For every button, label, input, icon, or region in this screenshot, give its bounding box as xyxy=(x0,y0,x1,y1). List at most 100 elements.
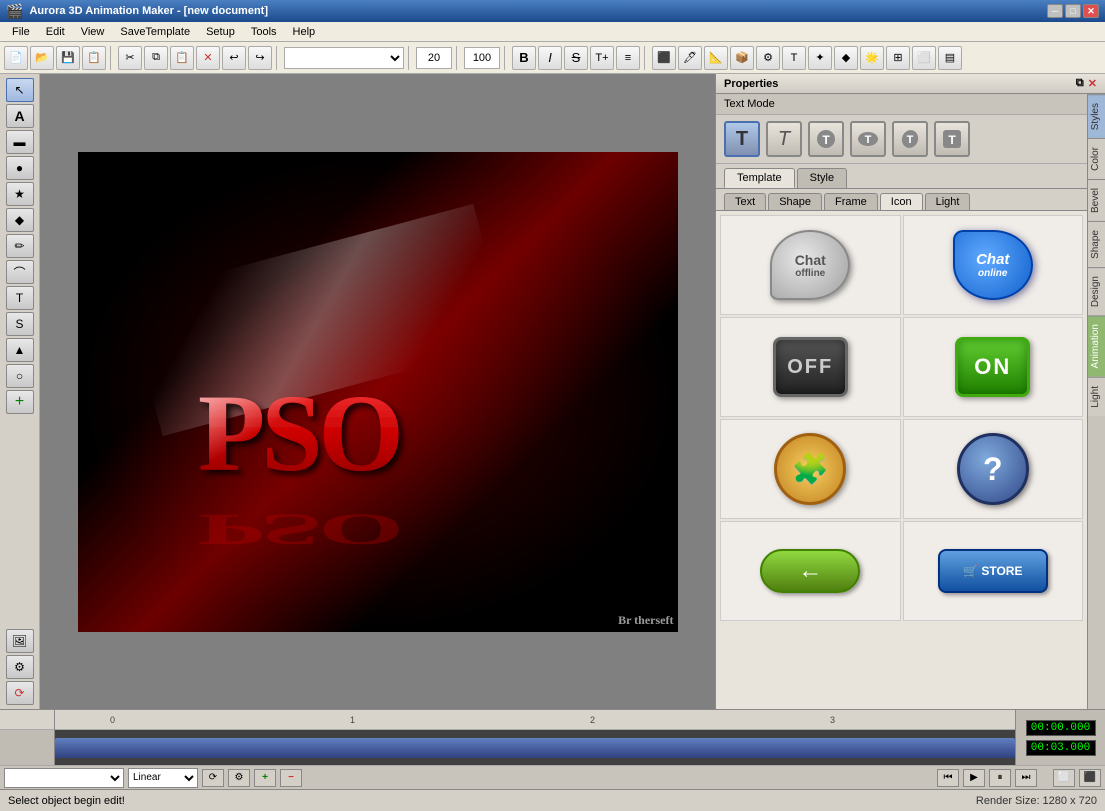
toolbar-3d-9[interactable]: 🌟 xyxy=(860,46,884,70)
toolbar-bold[interactable]: B xyxy=(512,46,536,70)
mode-icon-1[interactable]: T xyxy=(724,121,760,157)
add-key-btn[interactable]: + xyxy=(254,769,276,787)
mode-icon-3[interactable]: T xyxy=(808,121,844,157)
tool-text2[interactable]: T xyxy=(6,286,34,310)
tool-rectangle[interactable]: ▬ xyxy=(6,130,34,154)
settings-btn[interactable]: ⚙ xyxy=(228,769,250,787)
icon-cell-chat-online[interactable]: Chat online xyxy=(903,215,1084,315)
sub-tab-frame[interactable]: Frame xyxy=(824,193,878,210)
tool-bottom-2[interactable]: ⚙ xyxy=(6,655,34,679)
menu-help[interactable]: Help xyxy=(285,24,324,40)
transport-prev[interactable]: ⏮ xyxy=(937,769,959,787)
icon-cell-back[interactable]: ← xyxy=(720,521,901,621)
props-close-btn[interactable]: ✕ xyxy=(1088,77,1097,90)
sub-tab-light[interactable]: Light xyxy=(925,193,971,210)
transport-pause[interactable]: ⏸ xyxy=(989,769,1011,787)
icon-cell-store[interactable]: 🛒 STORE xyxy=(903,521,1084,621)
toolbar-open[interactable]: 📂 xyxy=(30,46,54,70)
toolbar-save2[interactable]: 📋 xyxy=(82,46,106,70)
icon-cell-question[interactable]: ? xyxy=(903,419,1084,519)
side-tab-styles[interactable]: Styles xyxy=(1088,94,1105,138)
maximize-button[interactable]: □ xyxy=(1065,4,1081,18)
icon-cell-off[interactable]: OFF xyxy=(720,317,901,417)
mode-icon-2[interactable]: T xyxy=(766,121,802,157)
toolbar-undo[interactable]: ↩ xyxy=(222,46,246,70)
transport-next[interactable]: ⏭ xyxy=(1015,769,1037,787)
toolbar-3d-11[interactable]: ⬜ xyxy=(912,46,936,70)
transport-play[interactable]: ▶ xyxy=(963,769,985,787)
mode-icon-6[interactable]: T xyxy=(934,121,970,157)
minimize-button[interactable]: ─ xyxy=(1047,4,1063,18)
toolbar-3d-3[interactable]: 📐 xyxy=(704,46,728,70)
toolbar-3d-10[interactable]: ⊞ xyxy=(886,46,910,70)
toolbar-3d-1[interactable]: ⬛ xyxy=(652,46,676,70)
tool-text[interactable]: A xyxy=(6,104,34,128)
toolbar-3d-5[interactable]: ⚙ xyxy=(756,46,780,70)
menu-savetemplate[interactable]: SaveTemplate xyxy=(112,24,198,40)
tool-s[interactable]: S xyxy=(6,312,34,336)
font-select[interactable] xyxy=(284,47,404,69)
tool-bottom-1[interactable]: 🖼 xyxy=(6,629,34,653)
sub-tab-icon[interactable]: Icon xyxy=(880,193,923,210)
side-tab-design[interactable]: Design xyxy=(1088,267,1105,315)
tool-bottom-3[interactable]: ⟳ xyxy=(6,681,34,705)
tool-pen[interactable]: ✏ xyxy=(6,234,34,258)
prop-tab-style[interactable]: Style xyxy=(797,168,847,188)
interp-select[interactable]: Linear xyxy=(128,768,198,788)
tool-curve[interactable]: ⌒ xyxy=(6,260,34,284)
tool-diamond[interactable]: ◆ xyxy=(6,208,34,232)
icon-cell-puzzle[interactable]: 🧩 xyxy=(720,419,901,519)
toolbar-3d-8[interactable]: ◆ xyxy=(834,46,858,70)
sub-tab-text[interactable]: Text xyxy=(724,193,766,210)
menu-view[interactable]: View xyxy=(73,24,113,40)
icon-cell-on[interactable]: ON xyxy=(903,317,1084,417)
prop-tab-template[interactable]: Template xyxy=(724,168,795,188)
sub-tab-shape[interactable]: Shape xyxy=(768,193,822,210)
close-button[interactable]: ✕ xyxy=(1083,4,1099,18)
tool-plus[interactable]: + xyxy=(6,390,34,414)
tool-ellipse[interactable]: ● xyxy=(6,156,34,180)
toolbar-delete[interactable]: ✕ xyxy=(196,46,220,70)
mode-icon-4[interactable]: T xyxy=(850,121,886,157)
toolbar-italic[interactable]: I xyxy=(538,46,562,70)
toolbar-3d-7[interactable]: ✦ xyxy=(808,46,832,70)
side-tab-animation[interactable]: Animation xyxy=(1088,315,1105,376)
canvas[interactable]: PSO PSO PSO Br therseft xyxy=(78,152,678,632)
toolbar-text-style[interactable]: T+ xyxy=(590,46,614,70)
tool-star[interactable]: ★ xyxy=(6,182,34,206)
toolbar-3d-4[interactable]: 📦 xyxy=(730,46,754,70)
remove-key-btn[interactable]: − xyxy=(280,769,302,787)
side-tab-shape[interactable]: Shape xyxy=(1088,221,1105,267)
mode-icon-5[interactable]: T xyxy=(892,121,928,157)
chat-online-icon: Chat online xyxy=(953,230,1033,300)
tool-select[interactable]: ↖ xyxy=(6,78,34,102)
layer-select[interactable] xyxy=(4,768,124,788)
menu-edit[interactable]: Edit xyxy=(38,24,73,40)
toolbar-redo[interactable]: ↪ xyxy=(248,46,272,70)
toolbar-stacked[interactable]: ≡ xyxy=(616,46,640,70)
toolbar-copy[interactable]: ⧉ xyxy=(144,46,168,70)
side-tab-color[interactable]: Color xyxy=(1088,138,1105,179)
icon-cell-chat-offline[interactable]: Chat offline xyxy=(720,215,901,315)
timeline-area: 0 1 2 3 00:00.000 00:03.000 xyxy=(0,710,1105,765)
timeline-track[interactable] xyxy=(55,730,1015,765)
toolbar-cut[interactable]: ✂ xyxy=(118,46,142,70)
toolbar-new[interactable]: 📄 xyxy=(4,46,28,70)
side-tab-bevel[interactable]: Bevel xyxy=(1088,179,1105,221)
toolbar-paste[interactable]: 📋 xyxy=(170,46,194,70)
props-restore-btn[interactable]: ⧉ xyxy=(1076,77,1084,90)
tool-triangle[interactable]: ▲ xyxy=(6,338,34,362)
refresh-btn[interactable]: ⟳ xyxy=(202,769,224,787)
record-btn[interactable]: ⬛ xyxy=(1079,769,1101,787)
tool-circle[interactable]: ○ xyxy=(6,364,34,388)
menu-file[interactable]: File xyxy=(4,24,38,40)
side-tab-light[interactable]: Light xyxy=(1088,377,1105,416)
toolbar-3d-2[interactable]: 🖊 xyxy=(678,46,702,70)
menu-tools[interactable]: Tools xyxy=(243,24,285,40)
toolbar-strikethrough[interactable]: S xyxy=(564,46,588,70)
loop-btn[interactable]: ⬜ xyxy=(1053,769,1075,787)
toolbar-save[interactable]: 💾 xyxy=(56,46,80,70)
toolbar-3d-6[interactable]: T xyxy=(782,46,806,70)
menu-setup[interactable]: Setup xyxy=(198,24,243,40)
toolbar-3d-12[interactable]: ▤ xyxy=(938,46,962,70)
